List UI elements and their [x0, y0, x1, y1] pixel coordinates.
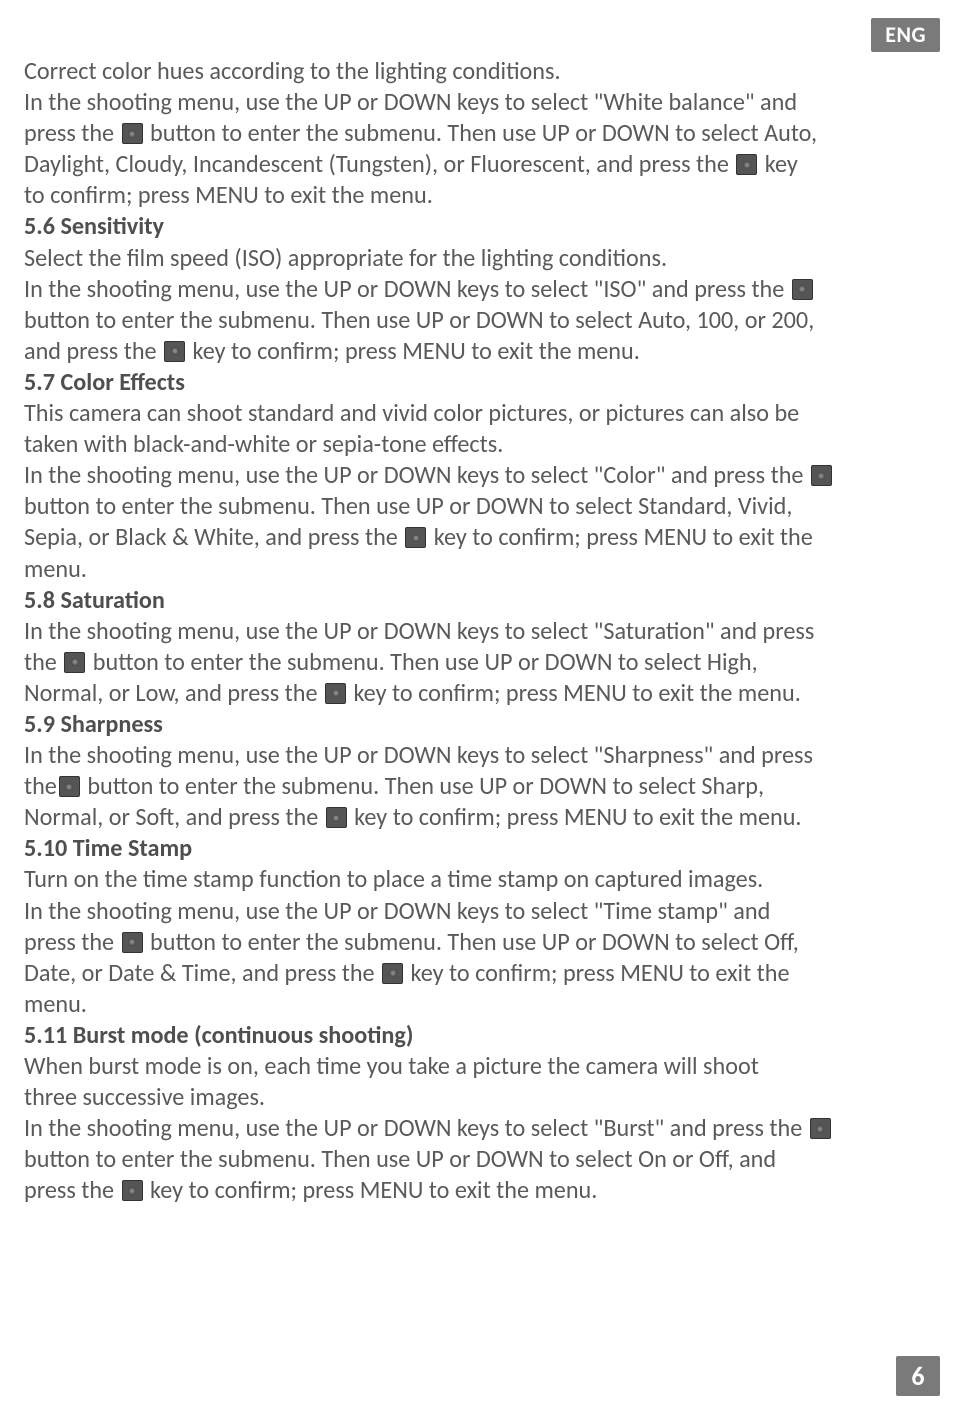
text: key to confirm; press MENU to exit the [428, 523, 812, 552]
text: the [24, 648, 62, 677]
section-heading: 5.8 Saturation [24, 586, 165, 615]
text: key to confirm; press MENU to exit the m… [145, 1176, 598, 1205]
text: press the [24, 119, 120, 148]
ok-button-icon [810, 1118, 831, 1139]
section-5-7: 5.7 Color Effects This camera can shoot … [24, 367, 936, 585]
text: key to confirm; press MENU to exit the m… [349, 803, 802, 832]
ok-button-icon [326, 807, 347, 828]
text: Turn on the time stamp function to place… [24, 865, 763, 894]
text: Normal, or Soft, and press the [24, 803, 324, 832]
text: and press the [24, 337, 162, 366]
text: button to enter the submenu. Then use UP… [24, 1145, 776, 1174]
text: key to confirm; press MENU to exit the m… [187, 337, 640, 366]
section-5-10: 5.10 Time Stamp Turn on the time stamp f… [24, 833, 936, 1020]
paragraph-intro: Correct color hues according to the ligh… [24, 56, 936, 211]
text: In the shooting menu, use the UP or DOWN… [24, 1114, 808, 1143]
text: In the shooting menu, use the UP or DOWN… [24, 88, 797, 117]
text: Normal, or Low, and press the [24, 679, 323, 708]
text: three successive images. [24, 1083, 265, 1112]
text: press the [24, 928, 120, 957]
ok-button-icon [811, 465, 832, 486]
ok-button-icon [382, 963, 403, 984]
text: When burst mode is on, each time you tak… [24, 1052, 759, 1081]
text: button to enter the submenu. Then use UP… [145, 119, 817, 148]
text: taken with black-and-white or sepia-tone… [24, 430, 503, 459]
text: the [24, 772, 57, 801]
section-5-9: 5.9 Sharpness In the shooting menu, use … [24, 709, 936, 833]
ok-button-icon [325, 683, 346, 704]
page-number: 6 [896, 1356, 940, 1396]
text: menu. [24, 555, 87, 584]
section-heading: 5.11 Burst mode (continuous shooting) [24, 1021, 413, 1050]
text: press the [24, 1176, 120, 1205]
section-heading: 5.7 Color Effects [24, 368, 185, 397]
section-heading: 5.6 Sensitivity [24, 212, 164, 241]
text: In the shooting menu, use the UP or DOWN… [24, 741, 813, 770]
text: Daylight, Cloudy, Incandescent (Tungsten… [24, 150, 734, 179]
text: button to enter the submenu. Then use UP… [145, 928, 799, 957]
text: key [759, 150, 798, 179]
text: to confirm; press MENU to exit the menu. [24, 181, 433, 210]
ok-button-icon [736, 154, 757, 175]
text: This camera can shoot standard and vivid… [24, 399, 799, 428]
text: Correct color hues according to the ligh… [24, 57, 561, 86]
text: button to enter the submenu. Then use UP… [24, 492, 792, 521]
ok-button-icon [792, 279, 813, 300]
ok-button-icon [122, 123, 143, 144]
section-5-8: 5.8 Saturation In the shooting menu, use… [24, 585, 936, 709]
ok-button-icon [64, 652, 85, 673]
language-badge: ENG [871, 18, 940, 52]
ok-button-icon [122, 932, 143, 953]
ok-button-icon [122, 1180, 143, 1201]
text: Date, or Date & Time, and press the [24, 959, 380, 988]
text: In the shooting menu, use the UP or DOWN… [24, 617, 814, 646]
text: menu. [24, 990, 87, 1019]
text: In the shooting menu, use the UP or DOWN… [24, 461, 809, 490]
section-heading: 5.9 Sharpness [24, 710, 163, 739]
text: button to enter the submenu. Then use UP… [24, 306, 814, 335]
section-5-11: 5.11 Burst mode (continuous shooting) Wh… [24, 1020, 936, 1207]
section-5-6: 5.6 Sensitivity Select the film speed (I… [24, 211, 936, 366]
ok-button-icon [164, 341, 185, 362]
text: In the shooting menu, use the UP or DOWN… [24, 275, 790, 304]
text: Select the film speed (ISO) appropriate … [24, 244, 667, 273]
page-content: Correct color hues according to the ligh… [0, 0, 960, 1206]
text: key to confirm; press MENU to exit the [405, 959, 789, 988]
text: button to enter the submenu. Then use UP… [82, 772, 764, 801]
text: Sepia, or Black & White, and press the [24, 523, 403, 552]
section-heading: 5.10 Time Stamp [24, 834, 192, 863]
ok-button-icon [59, 776, 80, 797]
ok-button-icon [405, 527, 426, 548]
text: In the shooting menu, use the UP or DOWN… [24, 897, 770, 926]
text: key to confirm; press MENU to exit the m… [348, 679, 801, 708]
text: button to enter the submenu. Then use UP… [87, 648, 757, 677]
